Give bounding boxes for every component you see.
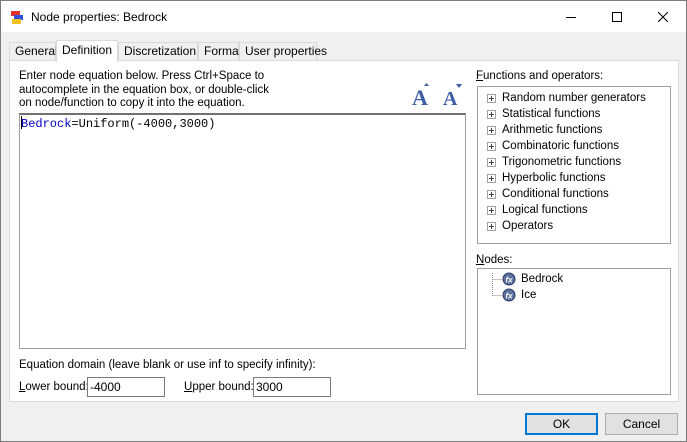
expand-icon[interactable]: [487, 190, 496, 199]
increase-font-icon[interactable]: A: [409, 83, 435, 109]
nodes-tree[interactable]: fx Bedrock fx Ice: [477, 268, 671, 395]
tree-item-label: Trigonometric functions: [502, 156, 622, 168]
tree-item-label: Arithmetic functions: [502, 124, 603, 136]
expand-icon[interactable]: [487, 174, 496, 183]
node-icon: fx: [502, 272, 516, 286]
equation-domain-label: Equation domain (leave blank or use inf …: [19, 359, 316, 371]
expand-icon[interactable]: [487, 142, 496, 151]
tab-general[interactable]: General: [9, 42, 58, 61]
svg-text:A: A: [443, 88, 458, 109]
maximize-button[interactable]: [594, 1, 640, 32]
instructions-line: autocomplete in the equation box, or dou…: [19, 83, 269, 96]
upper-bound-label: Upper bound:: [184, 381, 254, 393]
node-item-bedrock[interactable]: fx Bedrock: [478, 271, 658, 287]
maximize-icon: [612, 11, 622, 22]
node-item-label: Ice: [521, 289, 537, 301]
svg-text:A: A: [412, 85, 428, 109]
svg-text:fx: fx: [506, 292, 514, 301]
instructions-text: Enter node equation below. Press Ctrl+Sp…: [19, 70, 269, 111]
equation-node-reference: Bedrock: [21, 117, 72, 131]
decrease-font-icon[interactable]: A: [440, 83, 466, 109]
ok-button[interactable]: OK: [525, 413, 598, 435]
expand-icon[interactable]: [487, 158, 496, 167]
expand-icon[interactable]: [487, 110, 496, 119]
nodes-label-text: odes:: [484, 254, 513, 266]
lower-bound-label: Lower bound:: [19, 381, 89, 393]
tree-item-label: Conditional functions: [502, 188, 609, 200]
functions-label-text: unctions and operators:: [483, 70, 604, 82]
instructions-line: Enter node equation below. Press Ctrl+Sp…: [19, 70, 265, 82]
lower-bound-input[interactable]: -4000: [87, 377, 165, 397]
minimize-icon: [566, 16, 576, 18]
tree-item-label: Hyperbolic functions: [502, 172, 606, 184]
tree-item-label: Logical functions: [502, 204, 588, 216]
definition-panel: Enter node equation below. Press Ctrl+Sp…: [9, 60, 679, 402]
minimize-button[interactable]: [548, 1, 594, 32]
tree-item-label: Operators: [502, 220, 554, 232]
close-icon: [658, 11, 668, 22]
node-item-label: Bedrock: [521, 273, 564, 285]
upper-bound-label-text: pper bound:: [192, 381, 254, 393]
functions-tree[interactable]: Random number generators Statistical fun…: [477, 86, 671, 244]
expand-icon[interactable]: [487, 94, 496, 103]
tab-discretization[interactable]: Discretization: [118, 42, 198, 61]
node-properties-dialog: Node properties: Bedrock General Definit…: [0, 0, 687, 442]
functions-label-mnemonic: F: [476, 70, 484, 82]
expand-icon[interactable]: [487, 206, 496, 215]
instructions-line: on node/function to copy it into the equ…: [19, 97, 245, 109]
tab-user-properties[interactable]: User properties: [239, 42, 327, 61]
expand-icon[interactable]: [487, 222, 496, 231]
upper-bound-input[interactable]: 3000: [253, 377, 331, 397]
node-icon: fx: [502, 288, 516, 302]
nodes-label: Nodes:: [476, 254, 512, 266]
tree-item-label: Random number generators: [502, 92, 646, 104]
tree-item-label: Combinatoric functions: [502, 140, 619, 152]
lower-bound-label-text: ower bound:: [25, 381, 89, 393]
window-title: Node properties: Bedrock: [31, 10, 168, 24]
expand-icon[interactable]: [487, 126, 496, 135]
svg-text:fx: fx: [506, 276, 514, 285]
functions-label: Functions and operators:: [476, 70, 603, 82]
node-item-ice[interactable]: fx Ice: [478, 287, 658, 303]
cancel-button[interactable]: Cancel: [605, 413, 678, 435]
close-button[interactable]: [640, 1, 686, 32]
tab-format[interactable]: Format: [198, 42, 242, 61]
tab-definition[interactable]: Definition: [56, 40, 118, 62]
equation-editor[interactable]: Bedrock=Uniform(-4000,3000): [19, 113, 466, 349]
equation-expression: =Uniform(-4000,3000): [71, 117, 216, 131]
title-bar: Node properties: Bedrock: [1, 1, 686, 32]
app-icon: [11, 11, 23, 24]
tree-item-label: Statistical functions: [502, 108, 601, 120]
